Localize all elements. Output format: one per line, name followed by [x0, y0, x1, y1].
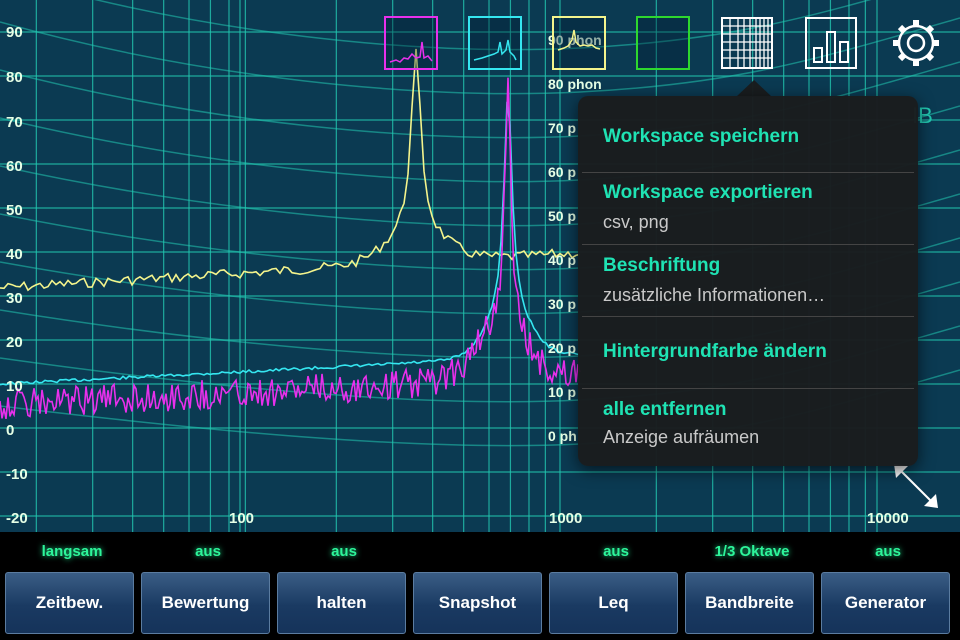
cyan-trace-preview	[473, 39, 517, 61]
y-tick-label: 30	[6, 290, 23, 307]
status-hold: aus	[331, 543, 357, 560]
y-tick-label: 0	[6, 422, 15, 439]
menu-item-subtitle: zusätzliche Informationen…	[603, 285, 826, 305]
popover-arrow	[736, 80, 772, 97]
y-tick-label: 50	[6, 202, 23, 219]
phon-label: 80 phon	[548, 76, 602, 92]
cyan-trace	[0, 101, 580, 386]
status-generator: aus	[875, 543, 901, 560]
menu-item-title: Beschriftung	[603, 255, 721, 276]
phon-label: 70 p	[548, 120, 577, 136]
generator-button[interactable]: Generator	[821, 572, 950, 634]
gear-icon[interactable]	[890, 16, 944, 70]
grid-icon[interactable]	[720, 16, 774, 70]
yellow-trace	[0, 48, 581, 292]
y-tick-label: 80	[6, 69, 23, 86]
menu-item-title: Workspace speichern	[603, 126, 800, 147]
leq-button[interactable]: Leq	[549, 572, 678, 634]
y-tick-label: 20	[6, 334, 23, 351]
expand-icon[interactable]	[890, 462, 942, 510]
snapshot-button[interactable]: Snapshot	[413, 572, 542, 634]
phon-label: 50 p	[548, 208, 577, 224]
menu-item-save-workspace[interactable]: Workspace speichern	[582, 96, 914, 168]
menu-item-labeling[interactable]: Beschriftung zusätzliche Informationen…	[582, 245, 914, 316]
status-weighting: aus	[195, 543, 221, 560]
y-tick-label: 90	[6, 24, 23, 41]
status-time-weighting: langsam	[41, 543, 103, 560]
menu-item-title: Workspace exportieren	[603, 182, 813, 203]
menu-item-remove-all[interactable]: alle entfernen Anzeige aufräumen	[582, 389, 914, 464]
phon-label: 10 p	[548, 384, 577, 400]
bar-chart-icon[interactable]	[804, 16, 858, 70]
phon-label: 0 ph	[548, 428, 577, 444]
workspace-menu: Workspace speichern Workspace exportiere…	[578, 96, 918, 466]
menu-item-title: alle entfernen	[603, 399, 727, 420]
y-tick-label: -10	[6, 466, 28, 483]
menu-item-change-background[interactable]: Hintergrundfarbe ändern	[582, 317, 914, 388]
bandwidth-button[interactable]: Bandbreite	[685, 572, 814, 634]
green-trace-thumbnail[interactable]	[636, 16, 690, 70]
phon-label: 20 p	[548, 340, 577, 356]
time-weighting-button[interactable]: Zeitbew.	[5, 572, 134, 634]
y-tick-label: 60	[6, 158, 23, 175]
cyan-trace-thumbnail[interactable]	[468, 16, 522, 70]
status-leq: aus	[603, 543, 629, 560]
status-bandwidth: 1/3 Oktave	[714, 543, 790, 560]
yellow-trace-preview	[557, 29, 601, 51]
y-tick-label: 70	[6, 114, 23, 131]
y-tick-label: -20	[6, 510, 28, 527]
magenta-trace	[0, 77, 581, 420]
weighting-button[interactable]: Bewertung	[141, 572, 270, 634]
x-tick-label: 10000	[867, 510, 909, 527]
y-tick-label: 40	[6, 246, 23, 263]
yellow-trace-thumbnail[interactable]	[552, 16, 606, 70]
y-tick-label: 10	[6, 378, 23, 395]
x-tick-label: 100	[229, 510, 255, 527]
hold-button[interactable]: halten	[277, 572, 406, 634]
menu-item-export-workspace[interactable]: Workspace exportieren csv, png	[582, 173, 914, 244]
phon-label: 60 p	[548, 164, 577, 180]
magenta-trace-thumbnail[interactable]	[384, 16, 438, 70]
menu-item-title: Hintergrundfarbe ändern	[603, 341, 827, 362]
menu-item-subtitle: Anzeige aufräumen	[603, 427, 760, 447]
phon-label: 40 p	[548, 252, 577, 268]
magenta-trace-preview	[389, 41, 433, 63]
x-tick-label: 1000	[549, 510, 583, 527]
phon-label: 30 p	[548, 296, 577, 312]
menu-item-subtitle: csv, png	[603, 212, 669, 232]
